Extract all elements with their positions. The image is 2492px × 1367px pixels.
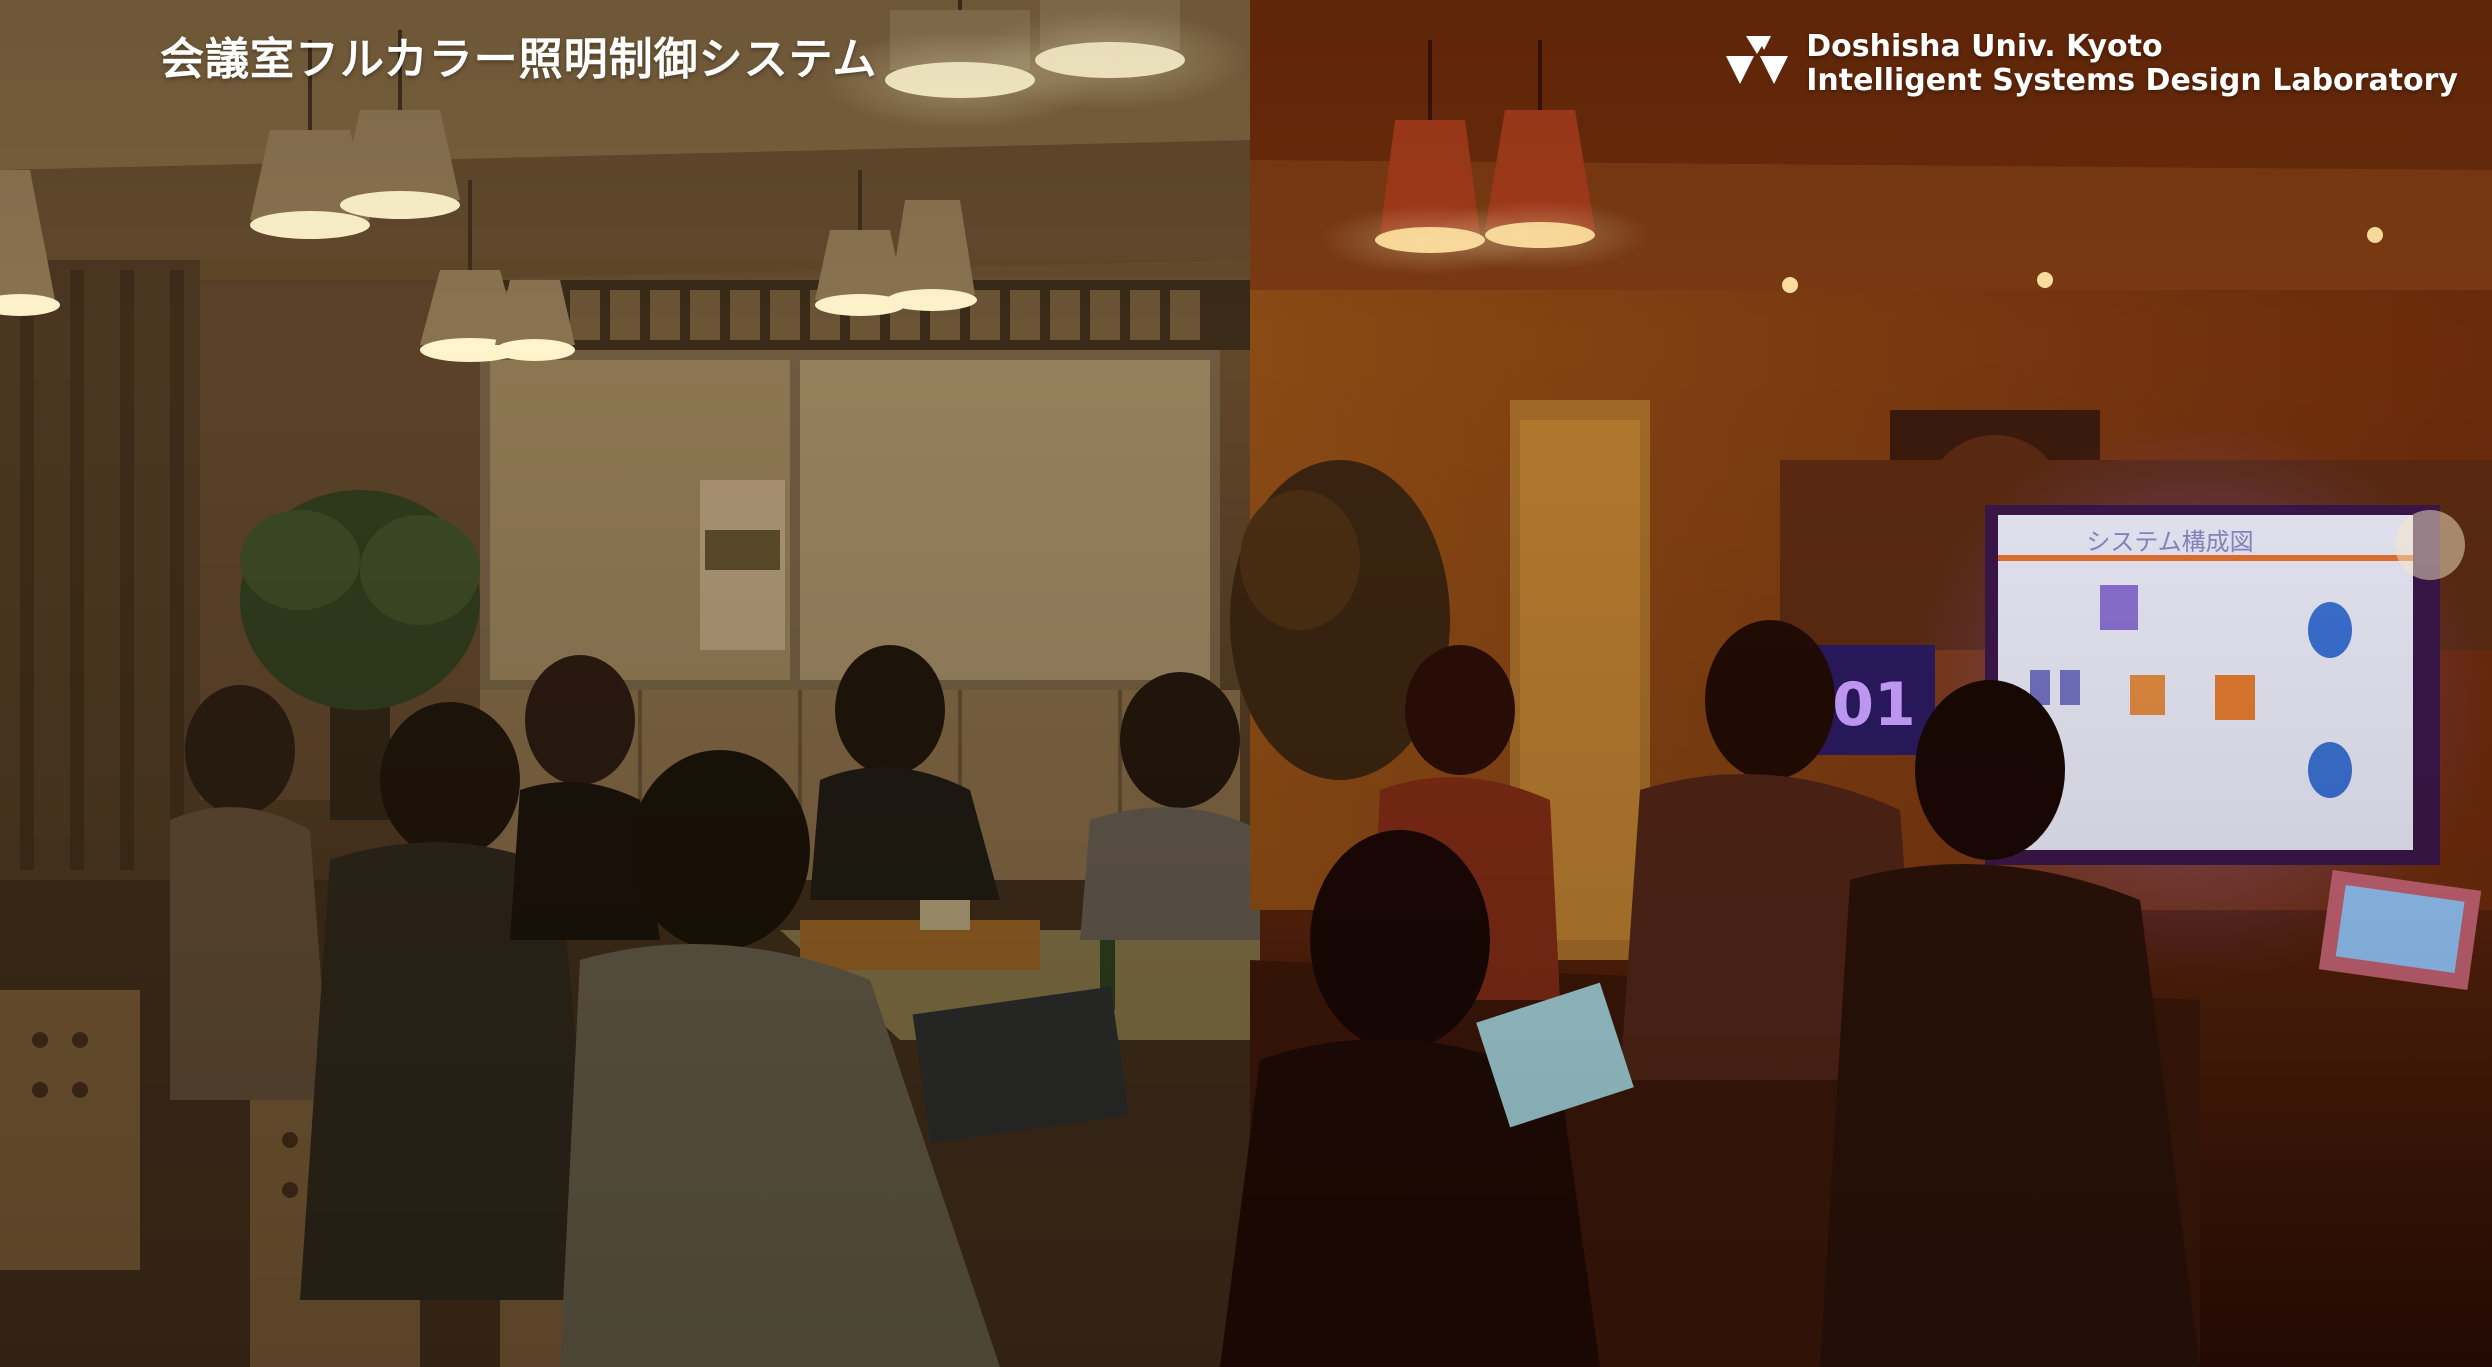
lab-name-line1: Doshisha Univ. Kyoto xyxy=(1806,29,2163,64)
page-title: 会議室フルカラー照明制御システム xyxy=(160,34,878,85)
three-triangles-logo-icon xyxy=(1726,36,1789,84)
hero-banner: システム構成図 :01 会議室フルカラー照明制御システム Doshisha Un… xyxy=(0,0,2492,1367)
display-title: システム構成図 xyxy=(2086,528,2253,556)
meeting-room-photo: システム構成図 :01 xyxy=(0,0,2492,1367)
lab-name-line2: Intelligent Systems Design Laboratory xyxy=(1806,63,2458,98)
lab-name: Doshisha Univ. Kyoto Intelligent Systems… xyxy=(1806,30,2458,98)
lab-brand[interactable]: Doshisha Univ. Kyoto Intelligent Systems… xyxy=(1726,30,2458,98)
whiteboard-right xyxy=(800,360,1210,680)
